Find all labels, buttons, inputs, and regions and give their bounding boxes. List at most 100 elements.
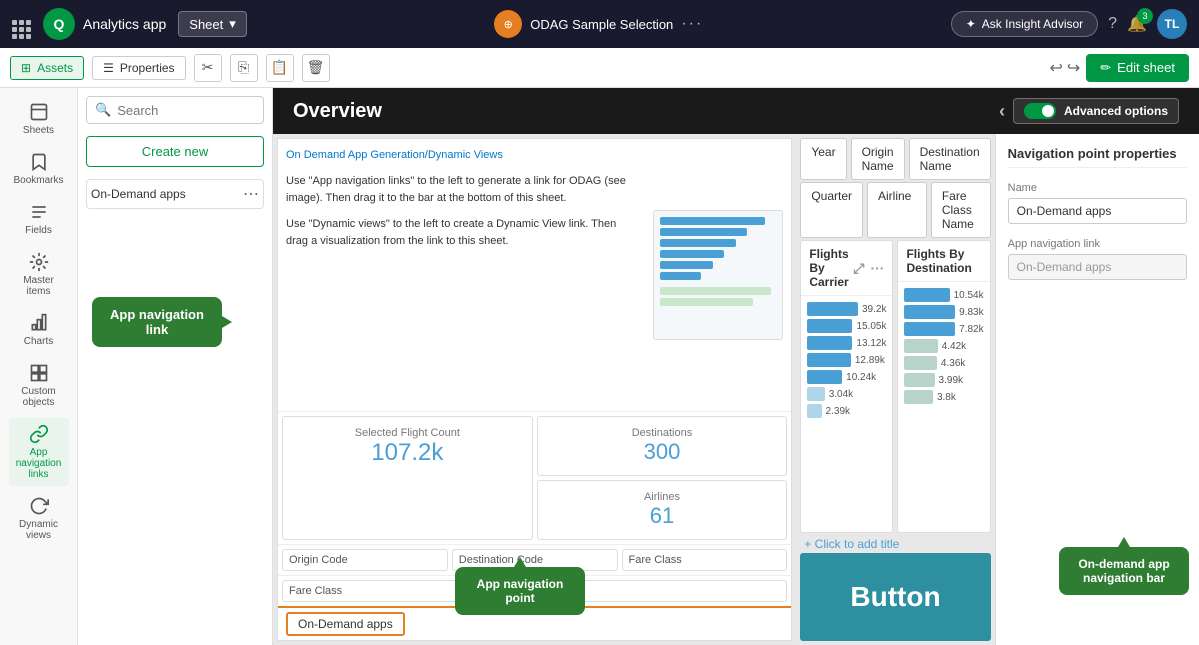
sidebar-master-items-label: Master items: [13, 275, 65, 297]
assets-icon: ⊞: [21, 61, 31, 75]
fare-class-filter[interactable]: Fare Class Name: [931, 182, 991, 238]
redo-icon[interactable]: ↪: [1067, 58, 1080, 78]
button-element[interactable]: Button: [800, 553, 990, 641]
sheet-dropdown[interactable]: Sheet ▾: [178, 11, 247, 37]
sidebar-item-dynamic-views[interactable]: Dynamic views: [9, 490, 69, 547]
more-options-icon[interactable]: ···: [681, 15, 703, 33]
dest-bar-val-5: 3.99k: [939, 375, 963, 386]
app-nav-point-callout: App navigation point: [477, 577, 564, 605]
notifications-icon[interactable]: 🔔 3: [1127, 14, 1147, 34]
sidebar-item-app-nav-links[interactable]: App navigation links: [9, 418, 69, 486]
qlik-logo-area: Q Analytics app: [43, 8, 166, 40]
back-arrow-icon[interactable]: ‹: [999, 101, 1005, 122]
dest-bar-5: [904, 373, 934, 387]
dest-bar-val-2: 7.82k: [959, 324, 983, 335]
delete-icon[interactable]: 🗑: [302, 54, 330, 82]
chart-icons: ⤢ ···: [853, 260, 884, 277]
airlines-label: Airlines: [548, 491, 777, 503]
origin-name-filter[interactable]: Origin Name: [851, 138, 905, 180]
odag-badge: ⊕: [494, 10, 522, 38]
search-box[interactable]: 🔍: [86, 96, 264, 124]
qlik-logo: Q: [43, 8, 75, 40]
bar-val-1: 15.05k: [856, 321, 886, 332]
app-nav-link-label: App navigation link: [1008, 238, 1187, 250]
insight-label: Ask Insight Advisor: [982, 17, 1083, 31]
edit-sheet-label: Edit sheet: [1117, 60, 1175, 75]
quarter-filter[interactable]: Quarter: [800, 182, 863, 238]
assets-tab[interactable]: ⊞ Assets: [10, 56, 84, 80]
odag-link[interactable]: On Demand App Generation/Dynamic Views: [286, 149, 503, 161]
search-input[interactable]: [117, 103, 255, 118]
dest-bar-6: [904, 390, 932, 404]
main-layout: Sheets Bookmarks Fields Master items Cha…: [0, 88, 1199, 645]
kpi-airlines: Airlines 61: [537, 480, 788, 540]
destinations-label: Destinations: [548, 427, 777, 439]
bar-4: [807, 370, 842, 384]
undo-icon[interactable]: ↩: [1049, 58, 1062, 78]
name-input[interactable]: [1008, 198, 1187, 224]
bar-row-0: 39.2k: [807, 302, 886, 316]
app-nav-point-callout-container: App navigation point: [455, 567, 585, 615]
advanced-options-switch[interactable]: [1024, 103, 1056, 119]
app-nav-link-callout: App navigation link: [110, 307, 204, 337]
bar-0: [807, 302, 858, 316]
help-icon[interactable]: ?: [1108, 15, 1117, 33]
copy-icon[interactable]: ⎘: [230, 54, 258, 82]
bar-val-2: 13.12k: [856, 338, 886, 349]
on-demand-label: On-Demand apps: [91, 187, 186, 201]
sheet-label: Sheet: [189, 17, 223, 32]
sidebar-item-charts[interactable]: Charts: [9, 307, 69, 353]
bar-6: [807, 404, 821, 418]
grid-menu-icon[interactable]: [12, 9, 31, 39]
sidebar-charts-label: Charts: [24, 336, 53, 347]
sheet-right: Year Origin Name Destination Name Quarte…: [796, 134, 994, 645]
bar-val-5: 3.04k: [829, 389, 853, 400]
avatar[interactable]: TL: [1157, 9, 1187, 39]
bar-3: [807, 353, 851, 367]
undo-redo: ↩ ↪: [1049, 58, 1080, 78]
odag-label: ODAG Sample Selection: [530, 17, 673, 32]
advanced-options-toggle[interactable]: Advanced options: [1013, 98, 1179, 124]
more-icon[interactable]: ···: [870, 260, 884, 277]
year-filter[interactable]: Year: [800, 138, 846, 180]
insight-advisor-button[interactable]: ✦ Ask Insight Advisor: [951, 11, 1098, 37]
bar-5: [807, 387, 824, 401]
on-demand-more-icon[interactable]: ⋯: [243, 184, 259, 204]
sheet-left-inner: On Demand App Generation/Dynamic Views U…: [278, 139, 791, 411]
on-demand-bar-label[interactable]: On-Demand apps: [286, 612, 405, 636]
odag-text1: Use "App navigation links" to the left t…: [286, 173, 633, 208]
bar-row-3: 12.89k: [807, 353, 886, 367]
left-sidebar: Sheets Bookmarks Fields Master items Cha…: [0, 88, 78, 645]
sidebar-item-fields[interactable]: Fields: [9, 196, 69, 242]
bar-val-0: 39.2k: [862, 304, 886, 315]
dest-bar-1: [904, 305, 955, 319]
sidebar-item-sheets[interactable]: Sheets: [9, 96, 69, 142]
sidebar-item-master-items[interactable]: Master items: [9, 246, 69, 303]
destination-name-filter[interactable]: Destination Name: [909, 138, 991, 180]
flights-by-carrier-title-bar: Flights By Carrier ⤢ ···: [801, 241, 892, 296]
dest-bar-row-1: 9.83k: [904, 305, 983, 319]
dest-bar-row-6: 3.8k: [904, 390, 983, 404]
sidebar-item-custom-objects[interactable]: Custom objects: [9, 357, 69, 414]
bar-row-4: 10.24k: [807, 370, 886, 384]
flights-by-destination-label: Flights By Destination: [906, 247, 981, 275]
dest-bar-val-6: 3.8k: [937, 392, 956, 403]
app-nav-input[interactable]: [1008, 254, 1187, 280]
sidebar-item-bookmarks[interactable]: Bookmarks: [9, 146, 69, 192]
paste-icon[interactable]: 📋: [266, 54, 294, 82]
bar-val-4: 10.24k: [846, 372, 876, 383]
bar-row-5: 3.04k: [807, 387, 886, 401]
properties-panel-title: Navigation point properties: [1008, 146, 1187, 168]
edit-sheet-button[interactable]: ✏ Edit sheet: [1086, 54, 1189, 82]
big-button-area: + Click to add title Button: [800, 535, 990, 641]
airline-filter[interactable]: Airline: [867, 182, 927, 238]
dest-bar-val-3: 4.42k: [942, 341, 966, 352]
create-new-button[interactable]: Create new: [86, 136, 264, 167]
click-to-add-title[interactable]: + Click to add title: [800, 535, 990, 553]
cut-icon[interactable]: ✂: [194, 54, 222, 82]
sheet-left-panel: On Demand App Generation/Dynamic Views U…: [277, 138, 792, 641]
expand-icon[interactable]: ⤢: [853, 260, 864, 277]
sidebar-app-nav-label: App navigation links: [13, 447, 65, 480]
sidebar-dynamic-views-label: Dynamic views: [13, 519, 65, 541]
properties-tab[interactable]: ☰ Properties: [92, 56, 185, 80]
